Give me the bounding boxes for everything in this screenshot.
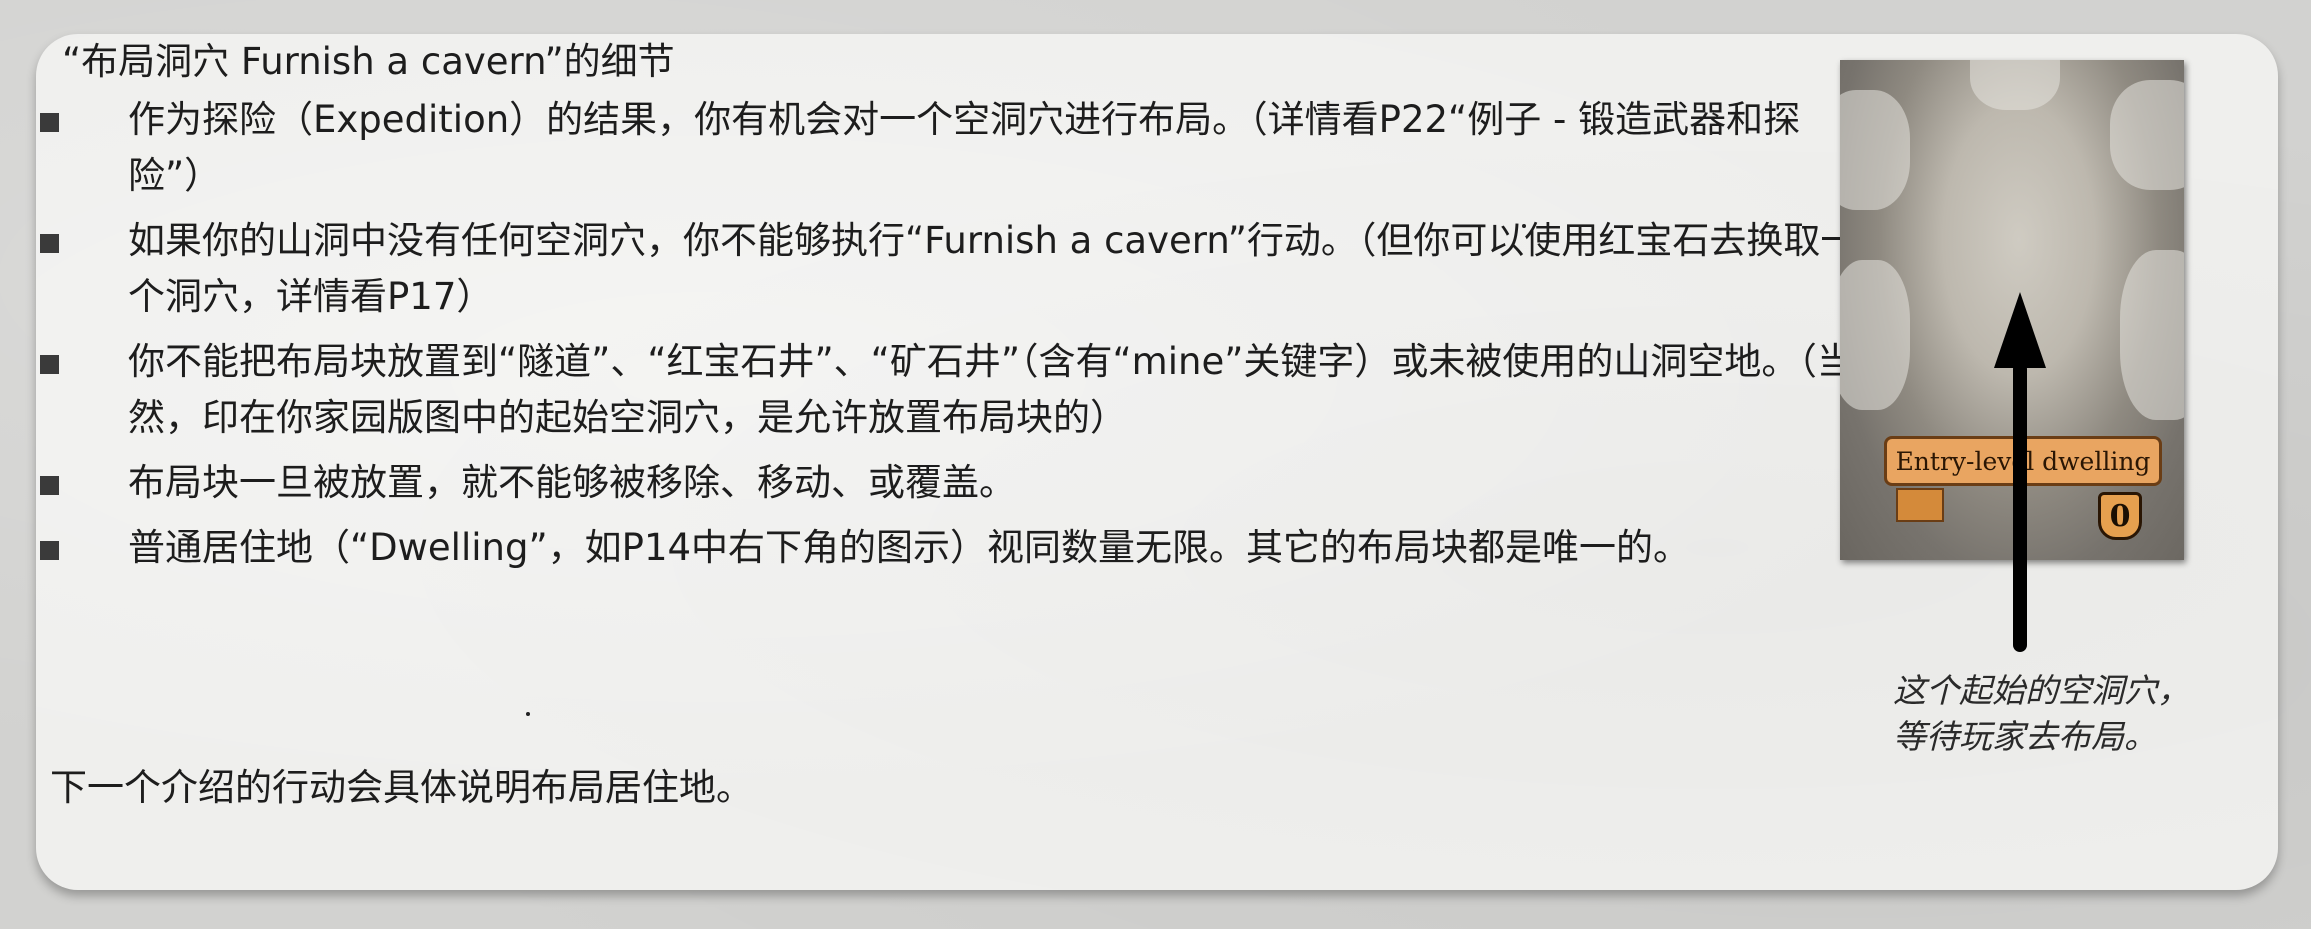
rules-list: 作为探险（Expedition）的结果，你有机会对一个空洞穴进行布局。（详情看P… bbox=[40, 92, 1870, 585]
rule-item: 你不能把布局块放置到“隧道”、“红宝石井”、“矿石井”（含有“mine”关键字）… bbox=[40, 334, 1870, 446]
image-caption: 这个起始的空洞穴， 等待玩家去布局。 bbox=[1893, 668, 2190, 760]
section-heading: “布局洞穴 Furnish a cavern”的细节 bbox=[62, 40, 675, 83]
rule-item: 如果你的山洞中没有任何空洞穴，你不能够执行“Furnish a cavern”行… bbox=[40, 213, 1870, 325]
rule-item: 布局块一旦被放置，就不能够被移除、移动、或覆盖。 bbox=[40, 455, 1870, 511]
square-bullet-icon bbox=[40, 476, 59, 495]
rule-item: 作为探险（Expedition）的结果，你有机会对一个空洞穴进行布局。（详情看P… bbox=[40, 92, 1870, 204]
stray-dot bbox=[1522, 224, 1526, 228]
rule-text: 布局块一旦被放置，就不能够被移除、移动、或覆盖。 bbox=[128, 461, 1016, 504]
stray-dot bbox=[526, 712, 530, 716]
rule-text: 普通居住地（“Dwelling”，如P14中右下角的图示）视同数量无限。其它的布… bbox=[128, 526, 1691, 569]
square-bullet-icon bbox=[40, 234, 59, 253]
up-arrow-icon bbox=[1994, 292, 2046, 652]
square-bullet-icon bbox=[40, 113, 59, 132]
rule-text: 作为探险（Expedition）的结果，你有机会对一个空洞穴进行布局。（详情看P… bbox=[128, 98, 1801, 197]
footer-text: 下一个介绍的行动会具体说明布局居住地。 bbox=[50, 766, 753, 809]
caption-line: 这个起始的空洞穴， bbox=[1893, 671, 2190, 710]
square-bullet-icon bbox=[40, 541, 59, 560]
card-score-badge: 0 bbox=[2098, 492, 2142, 540]
square-bullet-icon bbox=[40, 355, 59, 374]
rule-text: 你不能把布局块放置到“隧道”、“红宝石井”、“矿石井”（含有“mine”关键字）… bbox=[128, 340, 1854, 439]
rule-text: 如果你的山洞中没有任何空洞穴，你不能够执行“Furnish a cavern”行… bbox=[128, 219, 1858, 318]
rule-item: 普通居住地（“Dwelling”，如P14中右下角的图示）视同数量无限。其它的布… bbox=[40, 520, 1870, 576]
caption-line: 等待玩家去布局。 bbox=[1893, 717, 2157, 756]
card-cost-icon bbox=[1896, 488, 1944, 522]
